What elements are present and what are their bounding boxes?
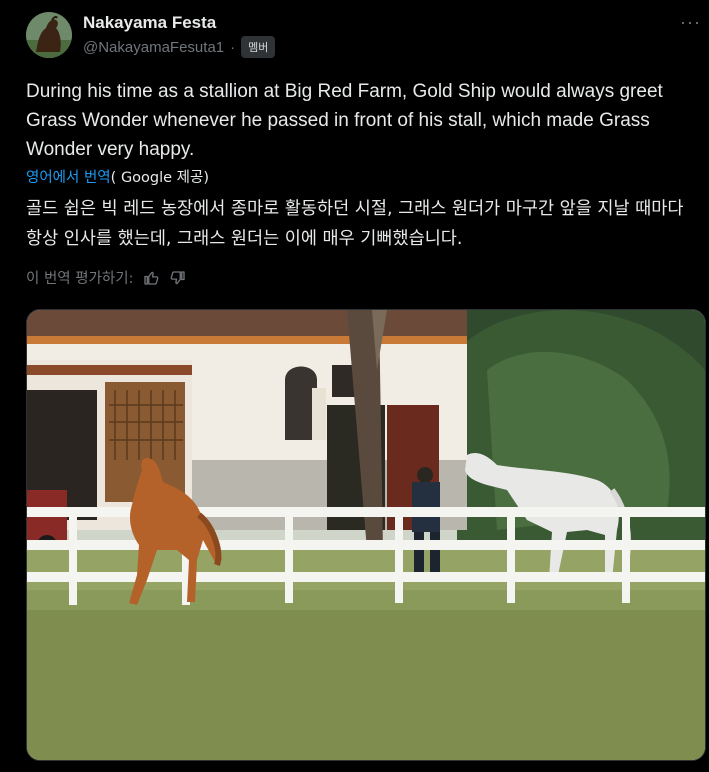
thumbs-up-icon[interactable] <box>142 269 160 287</box>
author-display-name[interactable]: Nakayama Festa <box>83 13 216 33</box>
provider-name: Google <box>120 170 173 186</box>
author-meta: @NakayamaFesuta1 · 멤버 <box>83 36 276 58</box>
translated-text: 골드 쉽은 빅 레드 농장에서 종마로 활동하던 시절, 그래스 원더가 마구간… <box>26 199 684 249</box>
tweet-text: During his time as a stallion at Big Red… <box>26 81 663 160</box>
rate-translation-row: 이 번역 평가하기: <box>26 267 187 288</box>
member-badge[interactable]: 멤버 <box>241 36 276 58</box>
tweet-photo[interactable] <box>26 309 706 761</box>
translated-from-link[interactable]: 영어에서 번역 <box>26 170 111 186</box>
rate-translation-label: 이 번역 평가하기: <box>26 271 134 287</box>
provider-open: ( <box>110 170 121 186</box>
translation-attribution: 영어에서 번역( Google 제공) <box>26 166 209 187</box>
thumbs-down-icon[interactable] <box>169 269 187 287</box>
author-handle[interactable]: @NakayamaFesuta1 <box>83 39 224 56</box>
avatar[interactable] <box>26 12 72 58</box>
provider-suffix: 제공) <box>172 170 210 186</box>
horse-avatar-image <box>26 12 72 58</box>
horses-paddock-photo <box>27 310 705 760</box>
meta-separator: · <box>230 38 236 56</box>
more-options-icon[interactable]: ··· <box>680 12 701 33</box>
